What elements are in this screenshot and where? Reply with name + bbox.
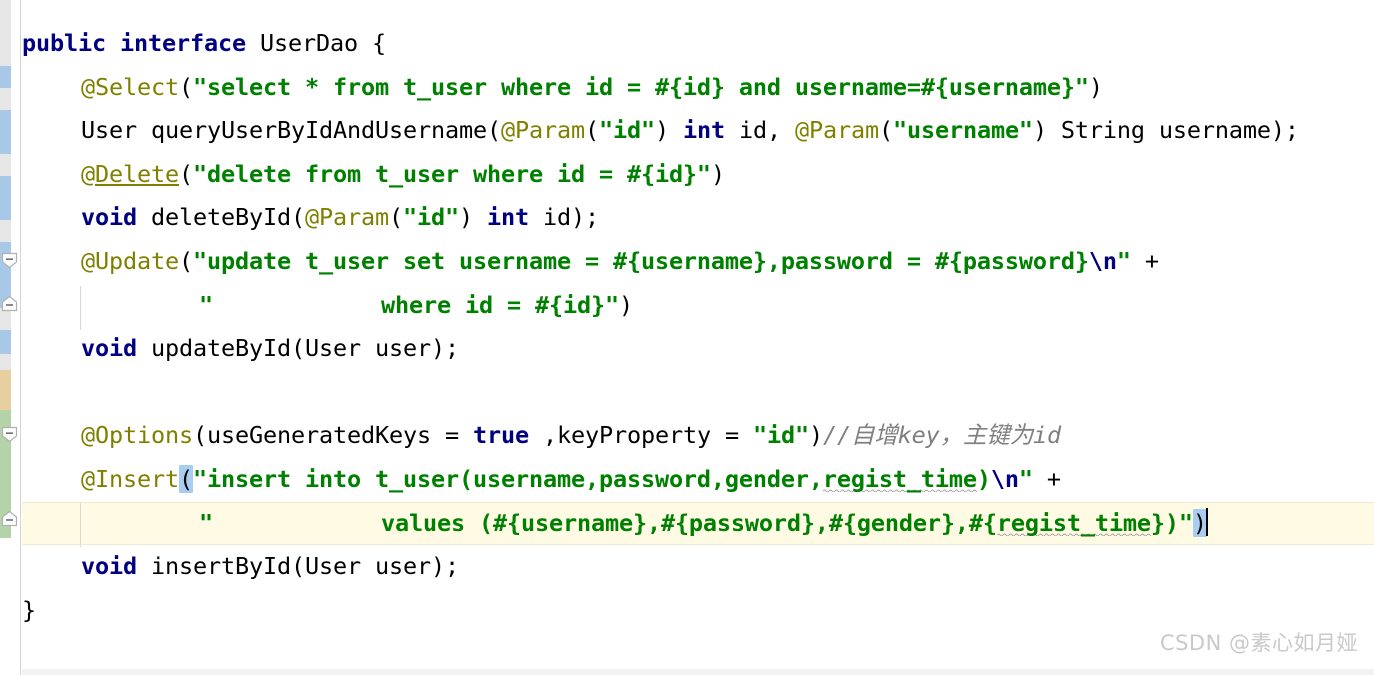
code-token: ) bbox=[458, 203, 487, 232]
code-token: "select * from t_user where id = #{id} a… bbox=[193, 72, 1089, 101]
code-token: ) bbox=[976, 465, 991, 493]
code-line[interactable]: " values (#{username},#{password},#{gend… bbox=[199, 502, 1208, 546]
code-token: ) String username); bbox=[1032, 116, 1299, 145]
code-token: "id" bbox=[598, 116, 655, 145]
code-token: void bbox=[81, 552, 137, 581]
code-token: " bbox=[1116, 247, 1131, 275]
editor-bottom-edge bbox=[0, 669, 1374, 675]
code-token: ) bbox=[654, 116, 683, 145]
code-token: @Options bbox=[81, 421, 193, 450]
code-token: deleteById( bbox=[137, 203, 305, 232]
code-token: ( bbox=[388, 203, 403, 232]
fold-collapse-down-icon[interactable] bbox=[1, 252, 18, 269]
code-token: ( bbox=[584, 116, 599, 145]
code-token: ( bbox=[179, 159, 193, 188]
code-token: ,keyProperty = bbox=[528, 421, 753, 450]
text-caret bbox=[1205, 507, 1208, 536]
code-token: ) bbox=[618, 290, 633, 319]
editor-gutter[interactable] bbox=[0, 0, 22, 675]
code-token: ( bbox=[179, 247, 193, 275]
code-token: "update t_user set username = #{username… bbox=[193, 247, 1089, 275]
fold-collapse-up-icon[interactable] bbox=[1, 295, 18, 312]
code-token: User queryUserByIdAndUsername( bbox=[81, 116, 501, 145]
code-token: ) bbox=[808, 421, 823, 450]
code-token: regist_time bbox=[822, 465, 977, 493]
code-line[interactable]: @Options(useGeneratedKeys = true ,keyPro… bbox=[81, 414, 1061, 458]
code-text-area[interactable]: public interface UserDao {@Select("selec… bbox=[21, 0, 1374, 675]
code-token: interface bbox=[120, 29, 246, 57]
code-token: updateById(User user); bbox=[137, 334, 459, 363]
code-token: id); bbox=[528, 203, 599, 232]
code-token: UserDao { bbox=[245, 29, 386, 57]
fold-collapse-up-icon[interactable] bbox=[1, 510, 18, 527]
code-token: ) bbox=[710, 159, 725, 188]
vcs-change-stripe[interactable] bbox=[0, 354, 11, 370]
code-line[interactable]: } bbox=[22, 589, 36, 633]
code-editor[interactable]: public interface UserDao {@Select("selec… bbox=[0, 0, 1374, 675]
code-token: ( bbox=[179, 465, 193, 493]
code-line[interactable]: void deleteById(@Param("id") int id); bbox=[81, 196, 599, 240]
code-token: " where id = #{id}" bbox=[199, 290, 619, 319]
vcs-change-stripe[interactable] bbox=[0, 66, 11, 88]
code-token: insertById(User user); bbox=[137, 552, 459, 581]
code-token: void bbox=[81, 203, 137, 232]
code-token: @Update bbox=[81, 247, 179, 275]
code-token: @Insert bbox=[81, 465, 179, 493]
code-token: ( bbox=[179, 72, 193, 101]
code-token: @Param bbox=[794, 116, 879, 145]
code-token: ( bbox=[878, 116, 893, 145]
vcs-change-stripe[interactable] bbox=[0, 330, 11, 354]
code-token: //自增key，主键为id bbox=[822, 421, 1062, 450]
code-line[interactable]: @Update("update t_user set username = #{… bbox=[81, 240, 1159, 284]
vcs-change-stripe[interactable] bbox=[0, 0, 11, 66]
code-token: \n bbox=[990, 465, 1019, 493]
vcs-change-stripe[interactable] bbox=[0, 176, 11, 220]
code-token: + bbox=[1130, 247, 1159, 275]
fold-collapse-down-icon[interactable] bbox=[1, 426, 18, 443]
code-line[interactable]: @Insert("insert into t_user(username,pas… bbox=[81, 458, 1061, 502]
vcs-change-stripe[interactable] bbox=[0, 370, 11, 410]
vcs-change-stripe[interactable] bbox=[0, 538, 11, 675]
code-token: \n bbox=[1088, 247, 1117, 275]
code-line[interactable]: void updateById(User user); bbox=[81, 327, 459, 371]
code-token: @Param bbox=[304, 203, 389, 232]
code-token: @ bbox=[81, 159, 95, 188]
code-token: @Param bbox=[500, 116, 585, 145]
code-token: (useGeneratedKeys = bbox=[193, 421, 473, 450]
code-token: public bbox=[22, 29, 106, 57]
code-token: + bbox=[1032, 465, 1061, 493]
code-token: regist_time bbox=[996, 508, 1151, 537]
code-token: "username" bbox=[892, 116, 1033, 145]
code-token: "id" bbox=[752, 421, 809, 450]
vcs-change-stripe[interactable] bbox=[0, 220, 11, 242]
code-token: ) bbox=[1192, 508, 1207, 537]
code-token: void bbox=[81, 334, 137, 363]
code-line[interactable]: public interface UserDao { bbox=[22, 22, 386, 66]
code-token: "id" bbox=[402, 203, 459, 232]
code-token: @Select bbox=[81, 72, 179, 101]
code-token: true bbox=[472, 421, 529, 450]
code-token: } bbox=[22, 595, 36, 624]
code-token: ) bbox=[1088, 72, 1103, 101]
code-token: int bbox=[682, 116, 725, 145]
code-token: " values (#{username},#{password},#{gend… bbox=[199, 508, 997, 537]
vcs-change-stripe[interactable] bbox=[0, 110, 11, 154]
code-line[interactable]: " where id = #{id}") bbox=[199, 284, 633, 328]
code-line[interactable]: User queryUserByIdAndUsername(@Param("id… bbox=[81, 109, 1299, 153]
code-token: int bbox=[486, 203, 529, 232]
code-token: "insert into t_user(username,password,ge… bbox=[193, 465, 823, 493]
code-token: Delete bbox=[95, 159, 179, 188]
code-token: " bbox=[1018, 465, 1033, 493]
code-line[interactable]: @Select("select * from t_user where id =… bbox=[81, 66, 1103, 110]
code-token: "delete from t_user where id = #{id}" bbox=[193, 159, 711, 188]
code-line[interactable]: @Delete("delete from t_user where id = #… bbox=[81, 153, 725, 197]
code-token: id, bbox=[724, 116, 795, 145]
csdn-watermark: CSDN @素心如月娅 bbox=[1159, 631, 1358, 655]
vcs-change-stripe[interactable] bbox=[0, 154, 11, 176]
vcs-change-stripe[interactable] bbox=[0, 88, 11, 110]
code-token: })" bbox=[1150, 508, 1193, 537]
code-line[interactable]: void insertById(User user); bbox=[81, 545, 459, 589]
gutter-divider bbox=[20, 0, 21, 675]
